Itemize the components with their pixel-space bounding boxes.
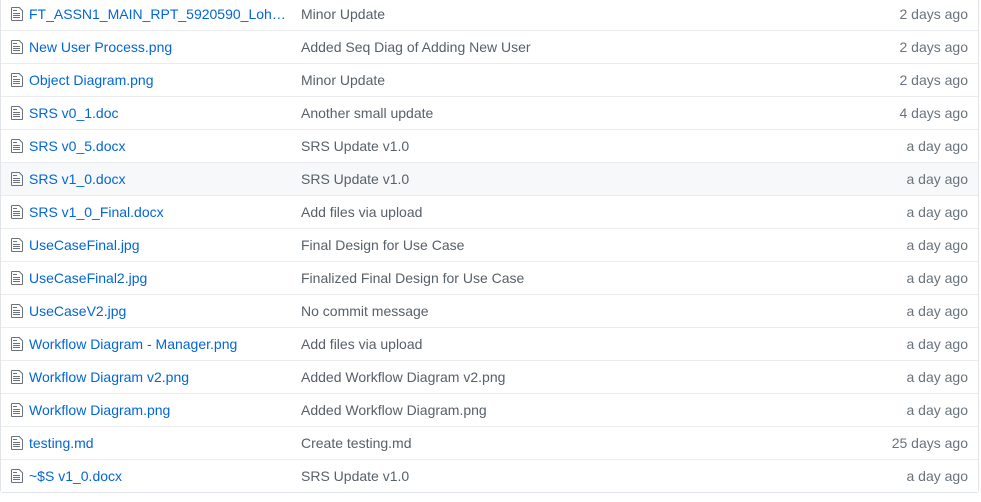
file-icon xyxy=(11,468,23,484)
file-icon xyxy=(11,72,23,88)
commit-message-link[interactable]: Minor Update xyxy=(301,72,818,88)
commit-message-link[interactable]: SRS Update v1.0 xyxy=(301,468,818,484)
file-icon-cell xyxy=(1,468,29,484)
commit-age: a day ago xyxy=(906,303,969,319)
file-name-link[interactable]: UseCaseV2.jpg xyxy=(29,303,301,319)
file-row[interactable]: New User Process.png Added Seq Diag of A… xyxy=(1,30,978,63)
file-row[interactable]: SRS v1_0_Final.docx Add files via upload… xyxy=(1,195,978,228)
commit-age: a day ago xyxy=(906,171,969,187)
commit-age: 4 days ago xyxy=(899,105,969,121)
file-name-link[interactable]: Workflow Diagram v2.png xyxy=(29,369,301,385)
file-icon-cell xyxy=(1,270,29,286)
commit-message-link[interactable]: Added Seq Diag of Adding New User xyxy=(301,39,818,55)
file-name-link[interactable]: UseCaseFinal.jpg xyxy=(29,237,301,253)
commit-age: a day ago xyxy=(906,270,969,286)
file-icon-cell xyxy=(1,138,29,154)
file-name-link[interactable]: Workflow Diagram - Manager.png xyxy=(29,336,301,352)
commit-age: a day ago xyxy=(906,468,969,484)
file-row[interactable]: Workflow Diagram.png Added Workflow Diag… xyxy=(1,393,978,426)
file-icon xyxy=(11,204,23,220)
commit-message-link[interactable]: SRS Update v1.0 xyxy=(301,171,818,187)
file-name-link[interactable]: UseCaseFinal2.jpg xyxy=(29,270,301,286)
commit-age: a day ago xyxy=(906,204,969,220)
file-icon xyxy=(11,6,23,22)
file-icon xyxy=(11,435,23,451)
file-row[interactable]: SRS v0_5.docx SRS Update v1.0 a day ago xyxy=(1,129,978,162)
commit-message-link[interactable]: Added Workflow Diagram v2.png xyxy=(301,369,818,385)
commit-message-link[interactable]: Create testing.md xyxy=(301,435,818,451)
commit-message-link[interactable]: Finalized Final Design for Use Case xyxy=(301,270,818,286)
file-icon-cell xyxy=(1,336,29,352)
commit-age: a day ago xyxy=(906,237,969,253)
file-name-link[interactable]: FT_ASSN1_MAIN_RPT_5920590_LohHa... xyxy=(29,6,301,22)
file-row[interactable]: ~$S v1_0.docx SRS Update v1.0 a day ago xyxy=(1,459,978,492)
file-row[interactable]: testing.md Create testing.md 25 days ago xyxy=(1,426,978,459)
file-name-link[interactable]: New User Process.png xyxy=(29,39,301,55)
file-name-link[interactable]: SRS v0_1.doc xyxy=(29,105,301,121)
file-icon-cell xyxy=(1,435,29,451)
file-icon xyxy=(11,369,23,385)
commit-message-link[interactable]: Final Design for Use Case xyxy=(301,237,818,253)
file-list-table: FT_ASSN1_MAIN_RPT_5920590_LohHa... Minor… xyxy=(0,0,979,493)
commit-age: 2 days ago xyxy=(899,72,969,88)
commit-age: 2 days ago xyxy=(899,39,969,55)
file-row[interactable]: Workflow Diagram v2.png Added Workflow D… xyxy=(1,360,978,393)
file-name-link[interactable]: testing.md xyxy=(29,435,301,451)
commit-age: a day ago xyxy=(906,336,969,352)
file-icon-cell xyxy=(1,72,29,88)
file-icon-cell xyxy=(1,237,29,253)
file-row[interactable]: Workflow Diagram - Manager.png Add files… xyxy=(1,327,978,360)
commit-message-link[interactable]: Minor Update xyxy=(301,6,818,22)
file-row[interactable]: UseCaseFinal2.jpg Finalized Final Design… xyxy=(1,261,978,294)
file-row[interactable]: UseCaseV2.jpg No commit message a day ag… xyxy=(1,294,978,327)
commit-message-link[interactable]: Another small update xyxy=(301,105,818,121)
file-icon-cell xyxy=(1,402,29,418)
file-icon-cell xyxy=(1,171,29,187)
file-icon-cell xyxy=(1,369,29,385)
file-icon-cell xyxy=(1,204,29,220)
file-icon xyxy=(11,237,23,253)
commit-age: a day ago xyxy=(906,138,969,154)
file-icon-cell xyxy=(1,6,29,22)
commit-message-link[interactable]: Add files via upload xyxy=(301,204,818,220)
file-icon xyxy=(11,303,23,319)
file-name-link[interactable]: Workflow Diagram.png xyxy=(29,402,301,418)
file-icon-cell xyxy=(1,39,29,55)
file-name-link[interactable]: SRS v1_0_Final.docx xyxy=(29,204,301,220)
commit-message-link[interactable]: Add files via upload xyxy=(301,336,818,352)
file-icon xyxy=(11,105,23,121)
file-name-link[interactable]: ~$S v1_0.docx xyxy=(29,468,301,484)
commit-age: 25 days ago xyxy=(891,435,968,451)
file-icon-cell xyxy=(1,105,29,121)
file-icon xyxy=(11,138,23,154)
commit-message-link[interactable]: No commit message xyxy=(301,303,818,319)
file-row[interactable]: SRS v0_1.doc Another small update 4 days… xyxy=(1,96,978,129)
file-icon xyxy=(11,270,23,286)
commit-message-link[interactable]: SRS Update v1.0 xyxy=(301,138,818,154)
file-name-link[interactable]: Object Diagram.png xyxy=(29,72,301,88)
file-icon-cell xyxy=(1,303,29,319)
commit-message-link[interactable]: Added Workflow Diagram.png xyxy=(301,402,818,418)
file-name-link[interactable]: SRS v1_0.docx xyxy=(29,171,301,187)
commit-age: a day ago xyxy=(906,402,969,418)
file-icon xyxy=(11,39,23,55)
file-icon xyxy=(11,336,23,352)
file-icon xyxy=(11,402,23,418)
file-row[interactable]: Object Diagram.png Minor Update 2 days a… xyxy=(1,63,978,96)
file-row[interactable]: SRS v1_0.docx SRS Update v1.0 a day ago xyxy=(1,162,978,195)
file-name-link[interactable]: SRS v0_5.docx xyxy=(29,138,301,154)
commit-age: 2 days ago xyxy=(899,5,969,22)
file-row[interactable]: UseCaseFinal.jpg Final Design for Use Ca… xyxy=(1,228,978,261)
file-icon xyxy=(11,171,23,187)
file-row[interactable]: FT_ASSN1_MAIN_RPT_5920590_LohHa... Minor… xyxy=(1,0,978,30)
commit-age: a day ago xyxy=(906,369,969,385)
